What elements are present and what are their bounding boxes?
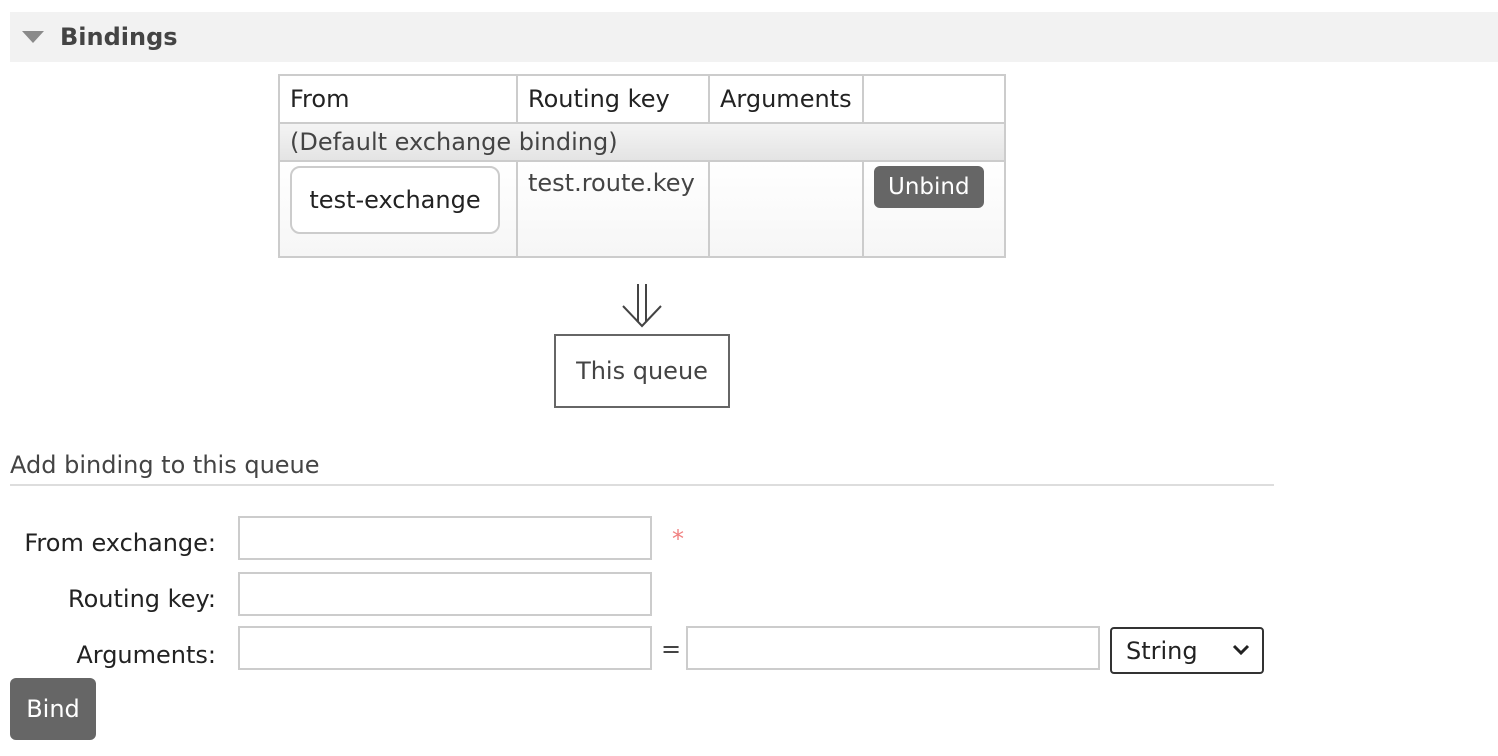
header-from: From — [278, 74, 518, 124]
binding-routing-key: test.route.key — [516, 160, 710, 258]
header-routing-key: Routing key — [516, 74, 710, 124]
bindings-section-header[interactable]: Bindings — [10, 12, 1498, 62]
section-title: Bindings — [60, 23, 178, 51]
equals-sign: = — [661, 635, 682, 663]
argument-type-select[interactable]: String — [1110, 627, 1264, 674]
routing-key-label: Routing key: — [68, 585, 216, 613]
routing-key-input[interactable] — [238, 572, 652, 616]
from-exchange-label: From exchange: — [24, 529, 216, 557]
header-arguments: Arguments — [708, 74, 864, 124]
table-header-row: From Routing key Arguments — [278, 74, 1006, 124]
exchange-link[interactable]: test-exchange — [290, 166, 500, 234]
double-down-arrow-icon — [622, 284, 662, 328]
argument-value-input[interactable] — [686, 626, 1100, 670]
required-mark: * — [672, 525, 684, 553]
bindings-table: From Routing key Arguments (Default exch… — [278, 74, 1006, 258]
form-divider — [10, 484, 1274, 486]
from-exchange-input[interactable] — [238, 516, 652, 560]
unbind-button[interactable]: Unbind — [874, 166, 984, 208]
this-queue-box: This queue — [554, 334, 730, 408]
default-binding-row: (Default exchange binding) — [278, 122, 1006, 162]
binding-from-cell: test-exchange — [278, 160, 518, 258]
binding-action-cell: Unbind — [862, 160, 1006, 258]
bind-button[interactable]: Bind — [10, 678, 96, 740]
binding-arguments — [708, 160, 864, 258]
header-action — [862, 74, 1006, 124]
triangle-down-icon[interactable] — [22, 31, 44, 43]
arguments-label: Arguments: — [76, 641, 216, 669]
argument-type-value: String — [1126, 637, 1198, 665]
default-binding-label: (Default exchange binding) — [278, 122, 1006, 162]
table-row: test-exchange test.route.key Unbind — [278, 160, 1006, 258]
argument-key-input[interactable] — [238, 626, 652, 670]
add-binding-title: Add binding to this queue — [10, 451, 320, 479]
chevron-down-icon — [1232, 644, 1250, 656]
